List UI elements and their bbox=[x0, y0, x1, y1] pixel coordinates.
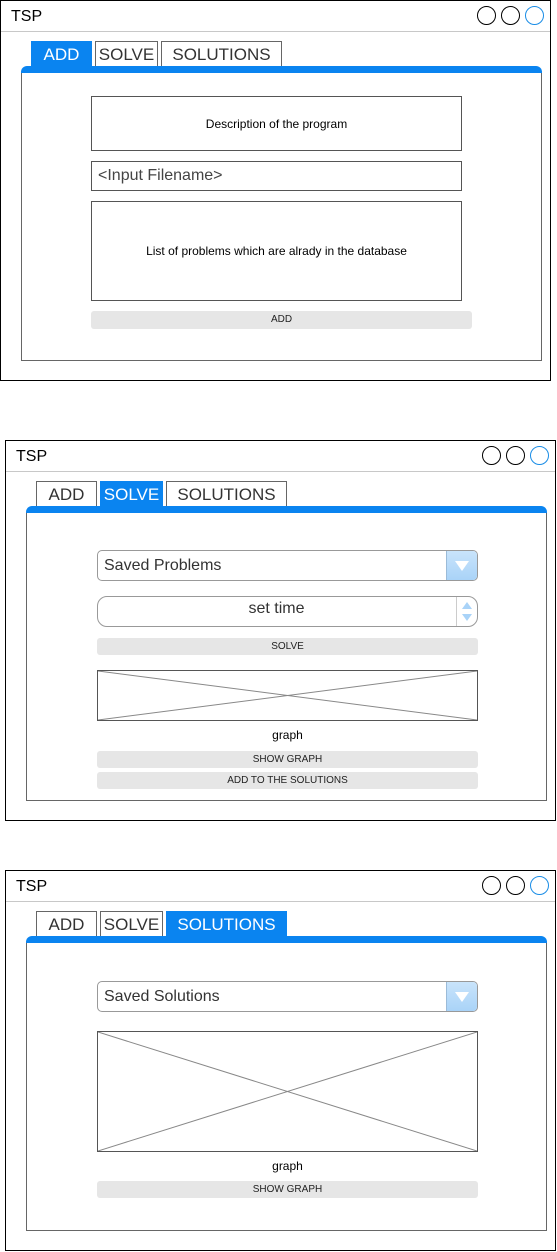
window-control-circle[interactable] bbox=[525, 6, 544, 25]
tab-solutions[interactable]: SOLUTIONS bbox=[161, 41, 282, 67]
solutions-window: TSP ADD SOLVE SOLUTIONS Saved Solutions … bbox=[5, 870, 556, 1251]
window-control-circle[interactable] bbox=[506, 876, 525, 895]
chevron-down-icon bbox=[455, 992, 469, 1002]
dropdown-button[interactable] bbox=[446, 551, 477, 580]
window-control-circle[interactable] bbox=[530, 876, 549, 895]
tab-solutions[interactable]: SOLUTIONS bbox=[166, 911, 287, 937]
window-control-circle[interactable] bbox=[530, 446, 549, 465]
problem-list[interactable]: List of problems which are alrady in the… bbox=[91, 201, 462, 301]
tab-bar bbox=[26, 936, 547, 943]
select-label: Saved Solutions bbox=[104, 988, 220, 1005]
saved-problems-select[interactable]: Saved Problems bbox=[97, 550, 478, 581]
tab-solve[interactable]: SOLVE bbox=[100, 911, 163, 937]
graph-caption: graph bbox=[272, 728, 303, 742]
solve-window: TSP ADD SOLVE SOLUTIONS Saved Problems s… bbox=[5, 440, 556, 821]
tab-add[interactable]: ADD bbox=[31, 41, 92, 67]
show-graph-button[interactable]: SHOW GRAPH bbox=[97, 751, 478, 768]
program-description: Description of the program bbox=[91, 96, 462, 151]
tab-solve[interactable]: SOLVE bbox=[95, 41, 158, 67]
set-time-spinner[interactable]: set time bbox=[97, 596, 478, 627]
graph-image-placeholder bbox=[97, 1031, 478, 1152]
title-bar: TSP bbox=[6, 441, 555, 472]
add-window: TSP ADD SOLVE SOLUTIONS Description of t… bbox=[0, 0, 551, 381]
saved-solutions-select[interactable]: Saved Solutions bbox=[97, 981, 478, 1012]
image-placeholder-icon bbox=[98, 1032, 477, 1151]
add-button[interactable]: ADD bbox=[91, 311, 472, 329]
dropdown-button[interactable] bbox=[446, 982, 477, 1011]
solve-button[interactable]: SOLVE bbox=[97, 638, 478, 655]
tab-solve[interactable]: SOLVE bbox=[100, 481, 163, 507]
window-control-circle[interactable] bbox=[506, 446, 525, 465]
window-title: TSP bbox=[16, 448, 48, 465]
window-control-circle[interactable] bbox=[482, 876, 501, 895]
add-to-solutions-button[interactable]: ADD TO THE SOLUTIONS bbox=[97, 772, 478, 789]
tab-panel: Saved Solutions graph SHOW GRAPH bbox=[26, 943, 547, 1231]
image-placeholder-icon bbox=[98, 671, 477, 720]
show-graph-button[interactable]: SHOW GRAPH bbox=[97, 1181, 478, 1198]
window-title: TSP bbox=[11, 8, 43, 25]
spinner-up-down-icon bbox=[462, 602, 472, 621]
window-control-circle[interactable] bbox=[501, 6, 520, 25]
graph-image-placeholder bbox=[97, 670, 478, 721]
window-title: TSP bbox=[16, 878, 48, 895]
chevron-down-icon bbox=[455, 561, 469, 571]
select-label: Saved Problems bbox=[104, 557, 222, 574]
spinner-label: set time bbox=[248, 600, 305, 617]
title-bar: TSP bbox=[1, 1, 550, 32]
window-control-circle[interactable] bbox=[482, 446, 501, 465]
tab-panel: Description of the program <Input Filena… bbox=[21, 73, 542, 361]
tab-bar bbox=[21, 66, 542, 73]
tab-add[interactable]: ADD bbox=[36, 481, 97, 507]
tab-panel: Saved Problems set time SOLVE graph SHOW… bbox=[26, 513, 547, 801]
tab-add[interactable]: ADD bbox=[36, 911, 97, 937]
graph-caption: graph bbox=[272, 1159, 303, 1173]
window-control-circle[interactable] bbox=[477, 6, 496, 25]
title-bar: TSP bbox=[6, 871, 555, 902]
tab-bar bbox=[26, 506, 547, 513]
tab-solutions[interactable]: SOLUTIONS bbox=[166, 481, 287, 507]
spinner-arrows[interactable] bbox=[456, 597, 477, 626]
filename-input[interactable]: <Input Filename> bbox=[91, 161, 462, 191]
